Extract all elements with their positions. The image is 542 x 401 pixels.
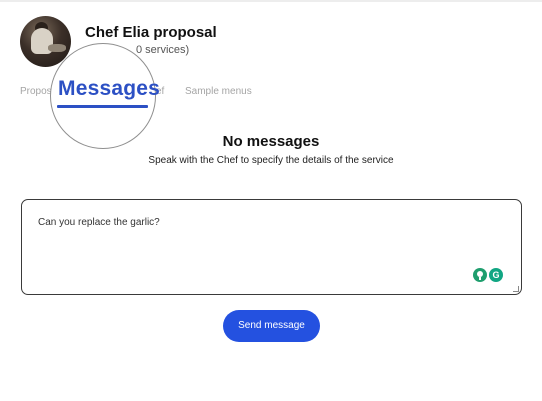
- grammarly-icon[interactable]: G: [489, 268, 503, 282]
- active-tab-indicator: [57, 105, 148, 108]
- message-text: Can you replace the garlic?: [38, 217, 160, 228]
- top-divider: [0, 0, 542, 2]
- pan-shape: [48, 44, 66, 52]
- tab-messages[interactable]: Messages: [58, 77, 160, 101]
- lightbulb-icon[interactable]: [473, 268, 487, 282]
- message-textarea[interactable]: Can you replace the garlic? G: [21, 199, 522, 295]
- empty-state-subtitle: Speak with the Chef to specify the detai…: [148, 155, 394, 166]
- page-title: Chef Elia proposal: [85, 24, 217, 41]
- tab-sample-menus[interactable]: Sample menus: [185, 86, 252, 97]
- send-message-button[interactable]: Send message: [223, 310, 320, 342]
- services-count: 0 services): [136, 44, 190, 56]
- empty-state-title: No messages: [222, 133, 320, 150]
- resize-handle-icon[interactable]: [513, 286, 519, 292]
- tab-proposal[interactable]: Propos: [20, 86, 52, 97]
